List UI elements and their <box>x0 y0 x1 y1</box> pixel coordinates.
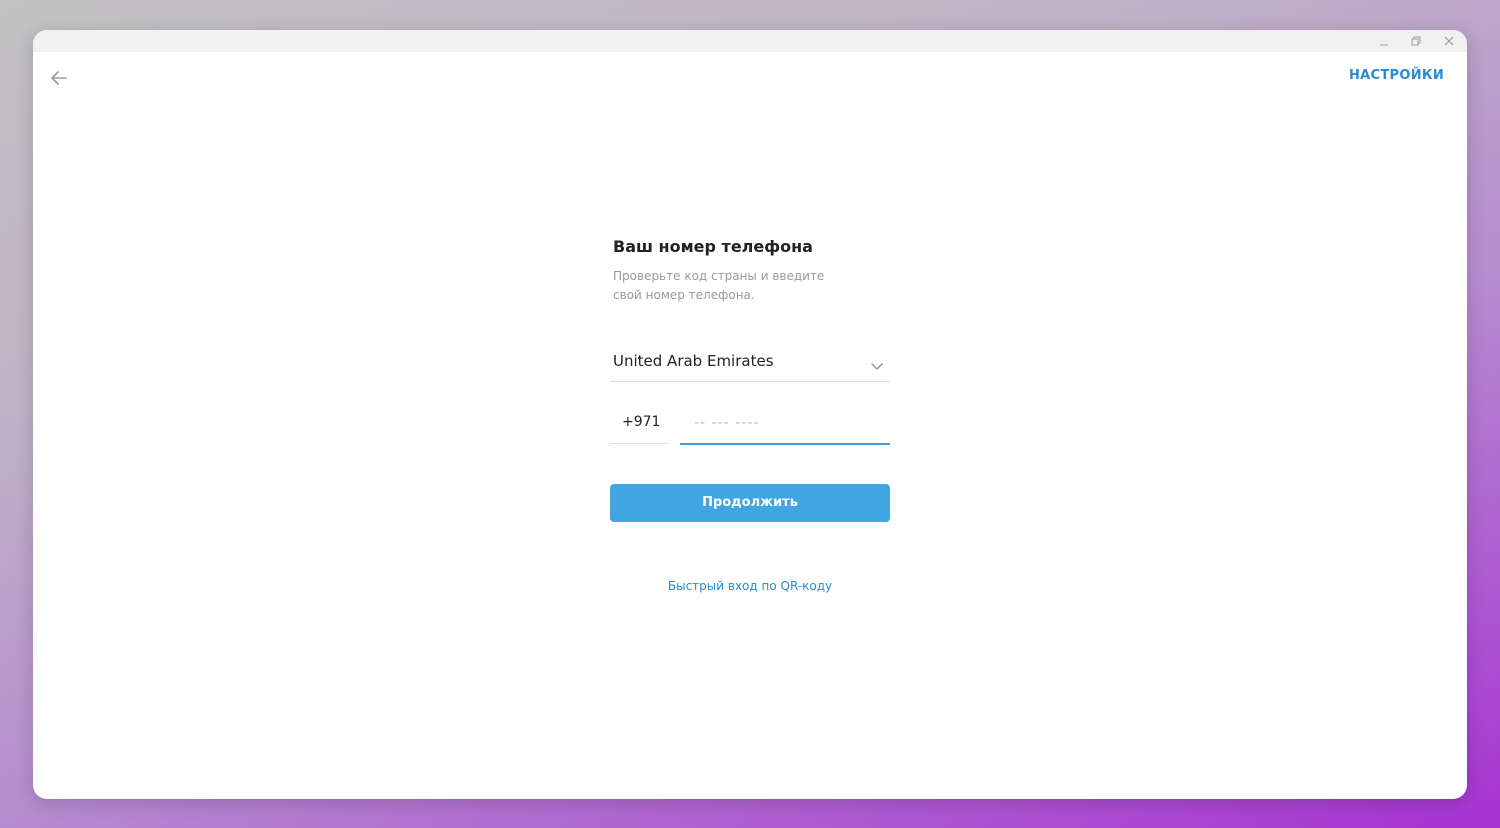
close-icon[interactable] <box>1441 33 1457 49</box>
minimize-icon[interactable] <box>1376 33 1392 49</box>
country-code-value: +971 <box>622 414 661 430</box>
page-title: Ваш номер телефона <box>613 237 813 256</box>
chevron-down-icon <box>870 357 884 370</box>
qr-login-link[interactable]: Быстрый вход по QR-коду <box>610 579 890 593</box>
continue-button[interactable]: Продолжить <box>610 484 890 522</box>
country-select[interactable]: United Arab Emirates <box>610 343 890 382</box>
phone-number-field[interactable] <box>680 405 894 445</box>
app-window: НАСТРОЙКИ Ваш номер телефона Проверьте к… <box>33 30 1467 799</box>
arrow-left-icon[interactable] <box>49 68 69 88</box>
title-bar <box>33 30 1467 52</box>
phone-number-input[interactable] <box>680 405 894 441</box>
restore-icon[interactable] <box>1408 33 1424 49</box>
page-subtitle: Проверьте код страны и введите свой номе… <box>613 269 825 302</box>
country-code-field[interactable]: +971 <box>610 405 669 444</box>
settings-link[interactable]: НАСТРОЙКИ <box>1349 68 1444 83</box>
country-selected-value: United Arab Emirates <box>613 352 774 370</box>
